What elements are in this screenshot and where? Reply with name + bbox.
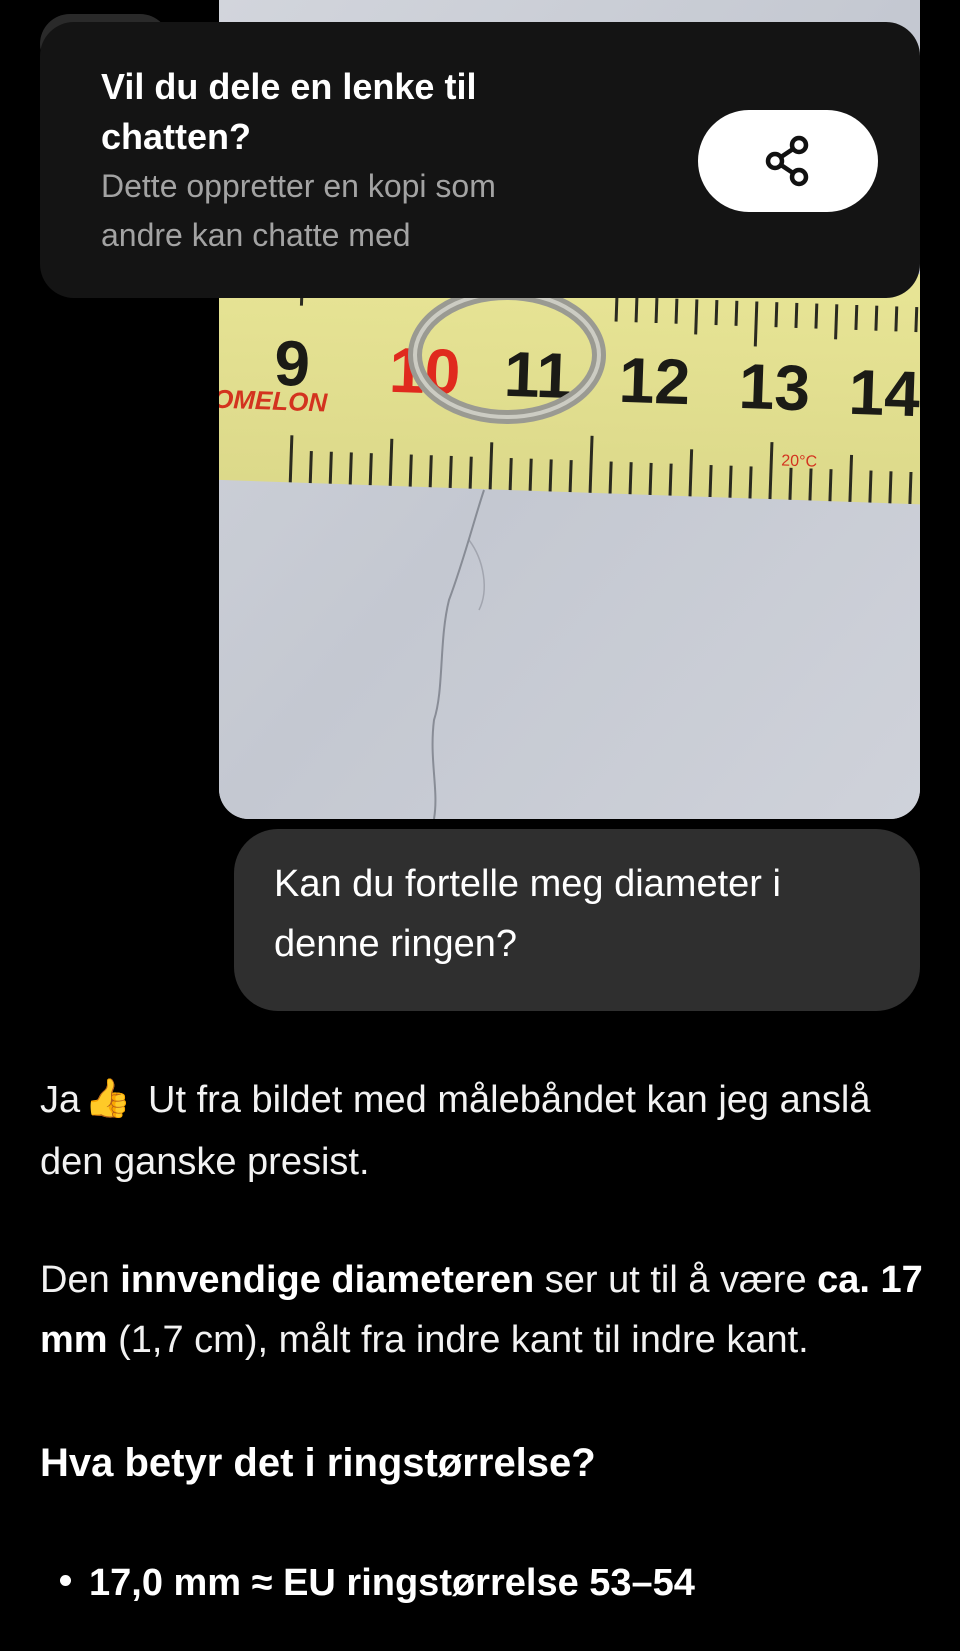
assistant-p2-c: (1,7 cm), målt fra indre kant til indre …: [107, 1319, 809, 1361]
tape-brand: OMELON: [219, 384, 329, 418]
assistant-bullet-item: 17,0 mm ≈ EU ringstørrelse 53–54: [60, 1553, 920, 1613]
share-banner-title: Vil du dele en lenke til chatten?: [101, 66, 477, 157]
share-link-banner: Vil du dele en lenke til chatten? Dette …: [40, 22, 920, 298]
share-icon: [765, 135, 809, 187]
thumbs-up-icon: 👍: [84, 1077, 132, 1120]
assistant-p1-rest: Ut fra bildet med målebåndet kan jeg ans…: [40, 1079, 871, 1183]
assistant-paragraph-2: Den innvendige diameteren ser ut til å v…: [40, 1250, 930, 1370]
tape-temp-mark: 20°C: [781, 452, 817, 470]
assistant-p2-bold-1: innvendige diameteren: [120, 1259, 535, 1301]
assistant-p1-start: Ja: [40, 1079, 81, 1121]
share-banner-subtitle: Dette oppretter en kopi som andre kan ch…: [101, 168, 496, 253]
bullet-dot-icon: [60, 1575, 71, 1587]
assistant-paragraph-1: Ja 👍 Ut fra bildet med målebåndet kan jeg…: [40, 1070, 930, 1192]
assistant-heading: Hva betyr det i ringstørrelse?: [40, 1441, 596, 1485]
share-button[interactable]: [698, 110, 878, 212]
tape-number-14: 14: [848, 356, 920, 430]
bullet-text: 17,0 mm ≈ EU ringstørrelse 53–54: [89, 1562, 695, 1604]
tape-number-12: 12: [618, 344, 692, 418]
user-message-bubble: Kan du fortelle meg diameter i denne rin…: [234, 829, 920, 1011]
tape-number-13: 13: [738, 350, 812, 424]
assistant-p2-a: Den: [40, 1259, 121, 1301]
assistant-p2-b: ser ut til å være: [534, 1259, 818, 1301]
